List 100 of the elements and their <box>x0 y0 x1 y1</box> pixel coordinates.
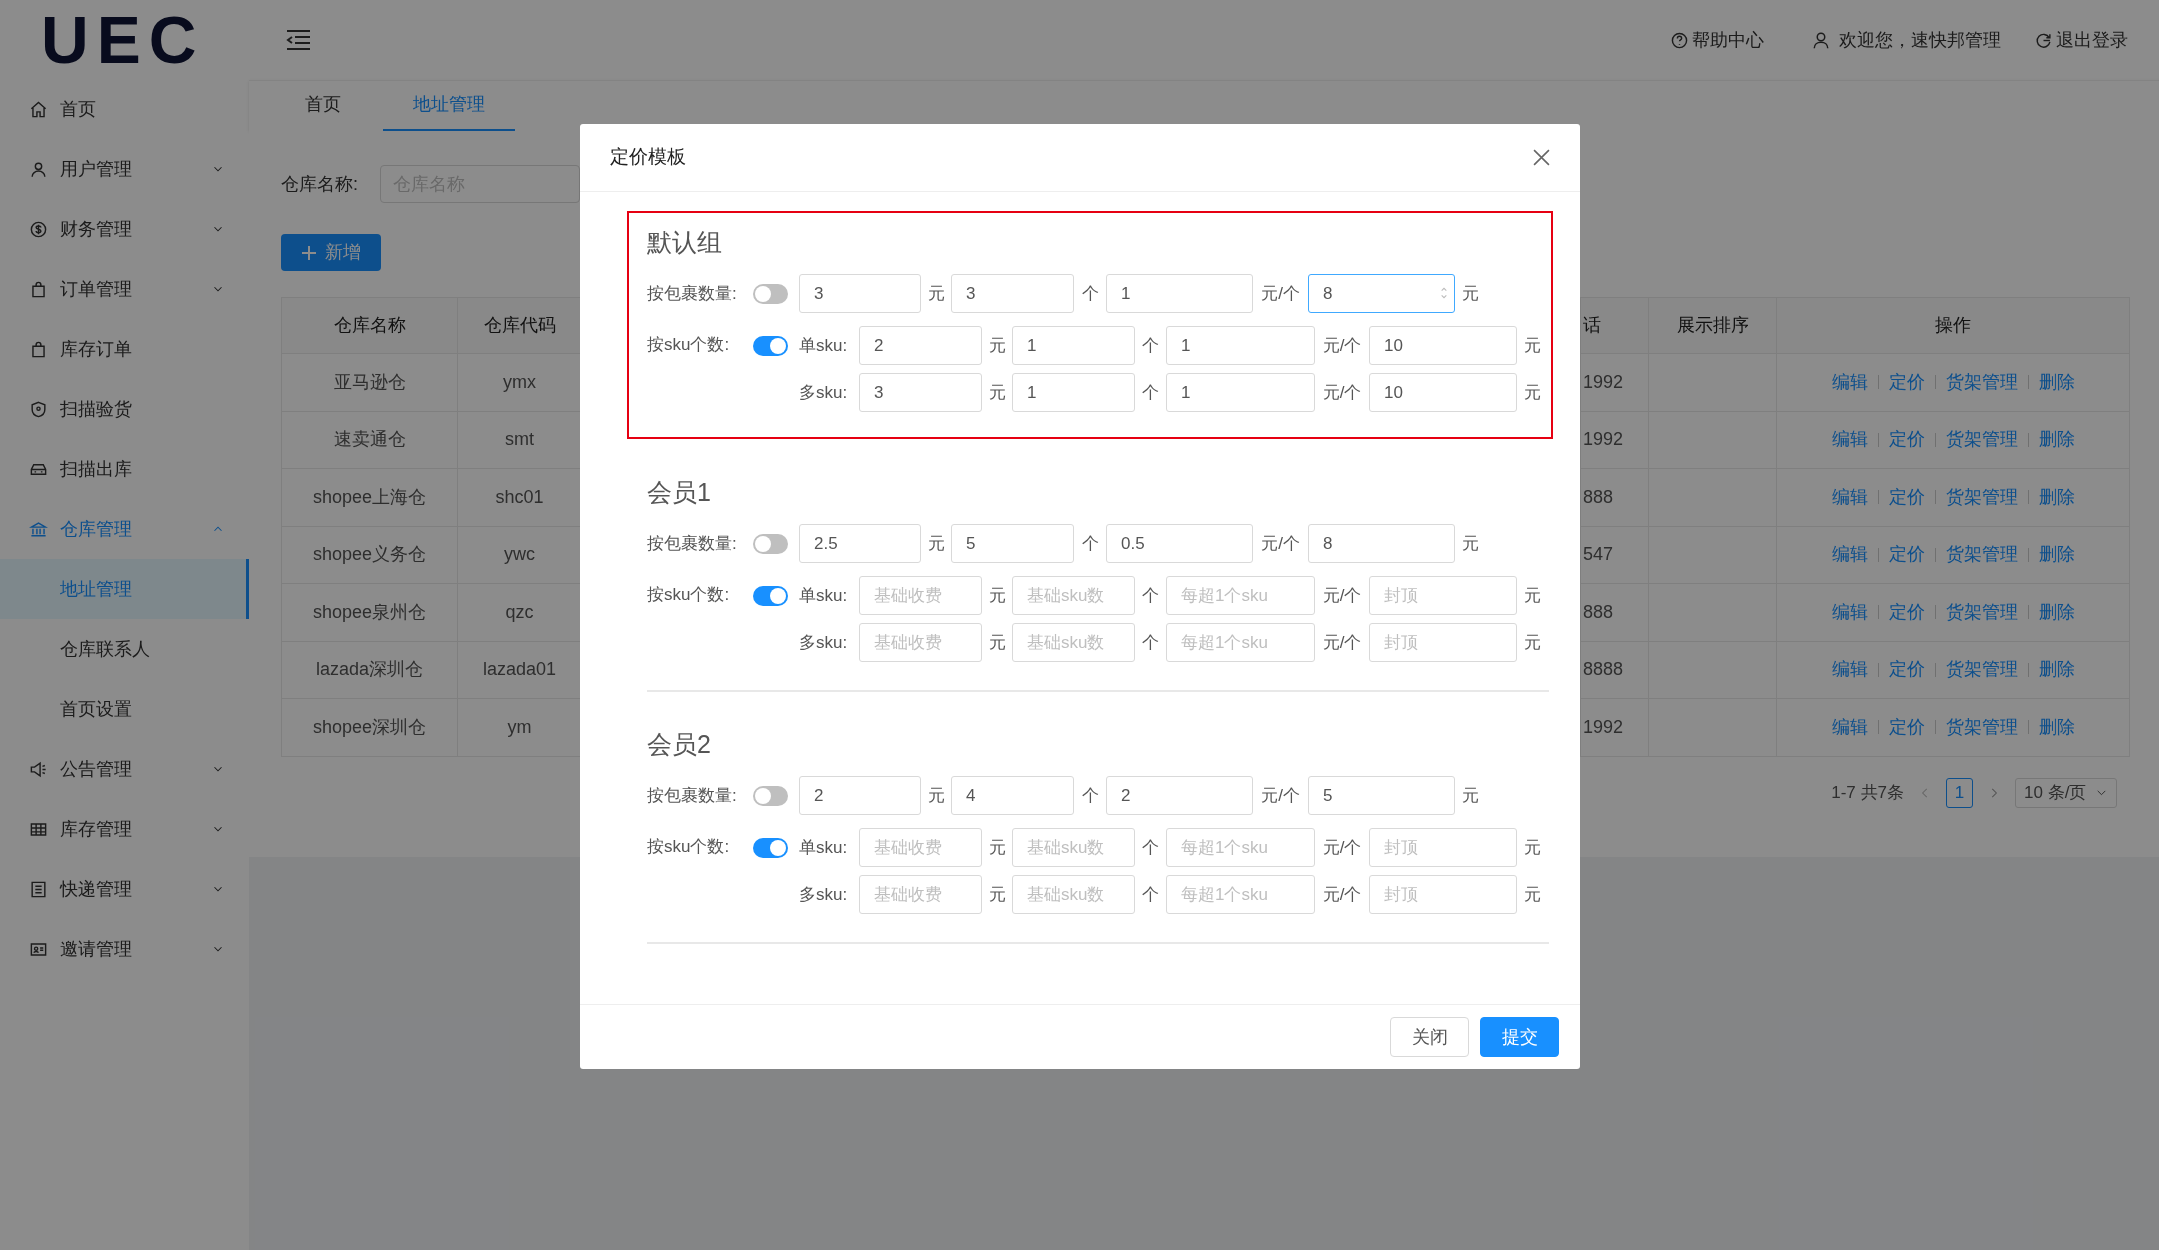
sidebar-item[interactable]: 快递管理 <box>0 859 249 919</box>
help-link[interactable]: 帮助中心 <box>1671 26 1764 54</box>
input-field[interactable]: 10 <box>1369 326 1517 365</box>
field-label: 按包裹数量: <box>647 532 738 555</box>
sidebar-item[interactable]: 公告管理 <box>0 739 249 799</box>
column-header: 操作 <box>1935 315 1971 335</box>
table-cell: shopee泉州仓 <box>312 601 427 622</box>
action-link[interactable]: 编辑 <box>1831 426 1868 454</box>
logo: UEC <box>41 6 205 73</box>
bank-icon <box>29 519 48 539</box>
sidebar-item[interactable]: 仓库管理 <box>0 499 249 559</box>
input-field[interactable]: 基础收费 <box>859 828 982 867</box>
logout-link[interactable]: 退出登录 <box>2035 26 2128 54</box>
action-link[interactable]: 货架管理 <box>1945 656 2018 684</box>
input-field[interactable]: 每超1个sku <box>1166 875 1315 914</box>
toggle-switch[interactable] <box>753 586 788 606</box>
sidebar-item[interactable]: 订单管理 <box>0 259 249 319</box>
menu-icon[interactable] <box>286 29 311 51</box>
sidebar-item[interactable]: 扫描出库 <box>0 439 249 499</box>
input-field[interactable]: 1 <box>1012 326 1135 365</box>
toggle-switch[interactable] <box>753 283 788 304</box>
input-field[interactable]: 1 <box>1166 326 1315 365</box>
toggle-switch[interactable] <box>753 785 788 806</box>
group-title: 会员1 <box>647 477 712 508</box>
input-field[interactable]: 10 <box>1369 373 1517 412</box>
submit-button[interactable]: 提交 <box>1480 1017 1559 1057</box>
sidebar-item[interactable]: 首页 <box>0 79 249 139</box>
toggle-switch[interactable] <box>753 336 788 356</box>
input-field[interactable]: 0.5 <box>1106 524 1253 563</box>
input-field[interactable]: 3 <box>951 274 1074 313</box>
input-field[interactable]: 基础收费 <box>859 576 982 615</box>
input-field[interactable]: 封顶 <box>1369 576 1517 615</box>
action-link[interactable]: 货架管理 <box>1945 713 2018 741</box>
field-label: 按包裹数量: <box>647 282 738 305</box>
input-field[interactable]: 基础收费 <box>859 623 982 662</box>
input-field[interactable]: 每超1个sku <box>1166 828 1315 867</box>
tab[interactable]: 首页 <box>275 80 371 131</box>
sidebar-subitem[interactable]: 首页设置 <box>0 679 249 739</box>
action-link[interactable]: 编辑 <box>1831 368 1868 396</box>
input-field[interactable]: 基础收费 <box>859 875 982 914</box>
column-header: 仓库代码 <box>483 315 556 335</box>
toggle-switch[interactable] <box>753 838 788 858</box>
sidebar-item[interactable]: 库存管理 <box>0 799 249 859</box>
input-field[interactable]: 5 <box>1308 776 1455 815</box>
input-field[interactable]: 1 <box>1012 373 1135 412</box>
input-field[interactable]: 8 <box>1308 524 1455 563</box>
input-field[interactable]: 2 <box>1106 776 1253 815</box>
action-link[interactable]: 编辑 <box>1831 598 1868 626</box>
unit-label: 元/个 <box>1321 883 1363 906</box>
table-cell: 1992 <box>1583 429 1624 450</box>
action-link[interactable]: 货架管理 <box>1945 368 2018 396</box>
unit-label: 个 <box>1141 381 1160 404</box>
add-button[interactable]: 新增 <box>281 234 381 271</box>
action-link[interactable]: 货架管理 <box>1945 598 2018 626</box>
input-field[interactable]: 每超1个sku <box>1166 576 1315 615</box>
input-field[interactable]: 3 <box>859 373 982 412</box>
input-field[interactable]: 基础sku数 <box>1012 576 1135 615</box>
input-field[interactable]: 1 <box>1106 274 1253 313</box>
input-field[interactable]: 2.5 <box>799 524 921 563</box>
action-link[interactable]: 编辑 <box>1831 656 1868 684</box>
page-size-select[interactable]: 10 条/页 <box>2015 777 2117 808</box>
sidebar-item[interactable]: 邀请管理 <box>0 919 249 979</box>
input-field[interactable]: 封顶 <box>1369 875 1517 914</box>
sidebar-subitem[interactable]: 仓库联系人 <box>0 619 249 679</box>
field-label: 单sku: <box>799 334 849 357</box>
input-field[interactable]: 基础sku数 <box>1012 623 1135 662</box>
field-label: 多sku: <box>799 631 849 654</box>
help-icon <box>1671 31 1688 49</box>
action-link[interactable]: 编辑 <box>1831 541 1868 569</box>
action-link[interactable]: 货架管理 <box>1945 426 2018 454</box>
sidebar-item[interactable]: 库存订单 <box>0 319 249 379</box>
action-link[interactable]: 货架管理 <box>1945 541 2018 569</box>
sidebar-item[interactable]: 用户管理 <box>0 139 249 199</box>
input-field[interactable]: 封顶 <box>1369 623 1517 662</box>
input-field[interactable]: 每超1个sku <box>1166 623 1315 662</box>
close-button[interactable]: 关闭 <box>1390 1017 1469 1057</box>
toggle-switch[interactable] <box>753 533 788 554</box>
action-link[interactable]: 编辑 <box>1831 483 1868 511</box>
input-field[interactable]: 5 <box>951 524 1074 563</box>
column-header: 仓库名称 <box>333 315 406 335</box>
unit-label: 元/个 <box>1321 836 1363 859</box>
close-icon[interactable] <box>1533 149 1550 166</box>
sidebar-item[interactable]: 扫描验货 <box>0 379 249 439</box>
input-field[interactable]: 基础sku数 <box>1012 875 1135 914</box>
input-field[interactable]: 2 <box>859 326 982 365</box>
field-label: 按sku个数: <box>647 836 731 858</box>
action-link[interactable]: 编辑 <box>1831 713 1868 741</box>
bag-icon <box>29 279 48 299</box>
unit-label: 个 <box>1141 883 1160 906</box>
input-field[interactable]: 1 <box>1166 373 1315 412</box>
input-field[interactable]: 基础sku数 <box>1012 828 1135 867</box>
input-field[interactable]: 4 <box>951 776 1074 815</box>
input-field[interactable]: 8 <box>1308 274 1455 313</box>
input-field[interactable]: 封顶 <box>1369 828 1517 867</box>
dollar-icon <box>29 219 48 239</box>
input-field[interactable]: 3 <box>799 274 921 313</box>
input-field[interactable]: 2 <box>799 776 921 815</box>
field-label: 多sku: <box>799 381 849 404</box>
action-link[interactable]: 货架管理 <box>1945 483 2018 511</box>
sidebar-item[interactable]: 财务管理 <box>0 199 249 259</box>
